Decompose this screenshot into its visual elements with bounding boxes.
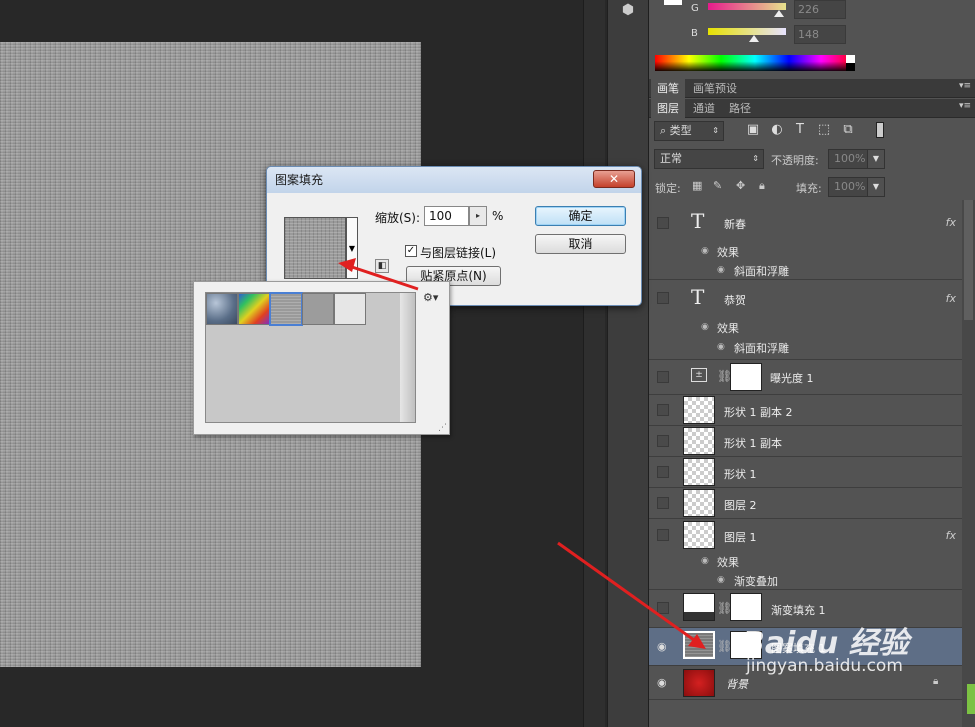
annotation-arrow-to-pattern bbox=[338, 258, 419, 291]
annotation-arrow-to-layer bbox=[557, 541, 706, 649]
watermark-url: jingyan.baidu.com bbox=[746, 656, 903, 676]
